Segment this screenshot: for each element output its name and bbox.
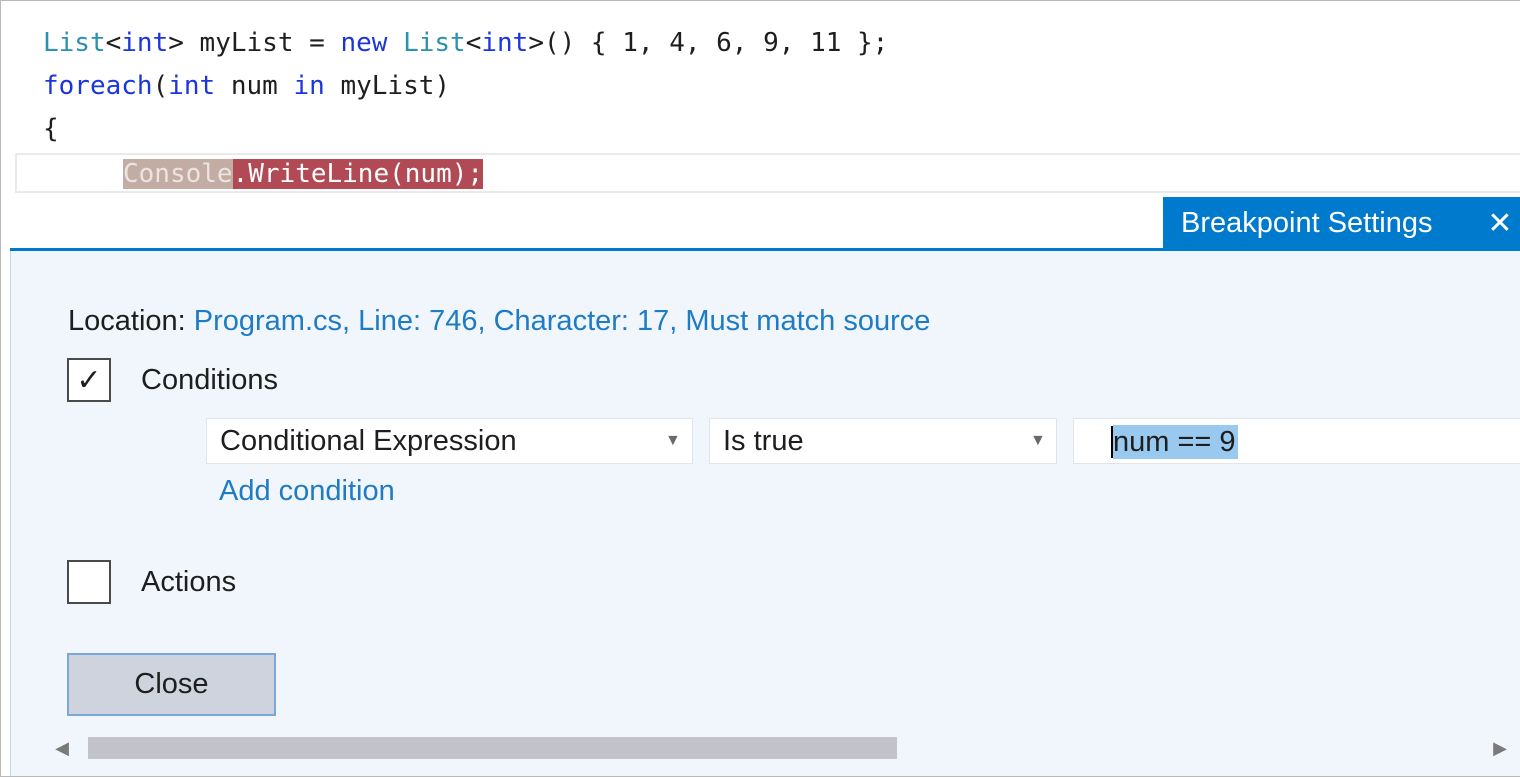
code-token: int — [481, 28, 529, 58]
code-token: foreach — [43, 71, 153, 101]
location-row: Location: Program.cs, Line: 746, Charact… — [68, 304, 930, 338]
add-condition-link[interactable]: Add condition — [219, 474, 395, 508]
condition-operator-value: Is true — [723, 425, 804, 457]
scrollbar-thumb[interactable] — [88, 737, 897, 759]
code-token: < — [105, 28, 122, 58]
scroll-left-icon[interactable]: ◀ — [52, 733, 72, 765]
check-icon: ✓ — [76, 362, 102, 398]
code-token: num — [215, 71, 294, 101]
close-icon[interactable]: ✕ — [1485, 197, 1515, 250]
code-token: in — [293, 71, 325, 101]
code-token: < — [465, 28, 482, 58]
breakpoint-settings-tab[interactable]: Breakpoint Settings ✕ — [1163, 197, 1520, 250]
code-token: > myList = — [168, 28, 341, 58]
chevron-down-icon: ▼ — [665, 432, 681, 449]
actions-checkbox[interactable] — [67, 560, 111, 604]
code-token: >() { 1, 4, 6, 9, 11 }; — [528, 28, 889, 58]
code-token: int — [168, 71, 216, 101]
code-token: new — [340, 28, 388, 58]
close-button[interactable]: Close — [67, 653, 276, 716]
horizontal-scrollbar[interactable]: ◀ ▶ — [50, 733, 1520, 765]
chevron-down-icon: ▼ — [1030, 432, 1046, 449]
breakpoint-dim-text: Console — [123, 159, 233, 189]
breakpoint-settings-title: Breakpoint Settings — [1181, 207, 1433, 239]
code-token: int — [121, 28, 169, 58]
code-token: myList) — [324, 71, 451, 101]
condition-type-value: Conditional Expression — [220, 425, 517, 457]
conditions-checkbox[interactable]: ✓ — [67, 358, 111, 402]
code-token: List — [43, 28, 106, 58]
location-link[interactable]: Program.cs, Line: 746, Character: 17, Mu… — [194, 305, 931, 337]
actions-label: Actions — [141, 566, 237, 598]
code-token: List — [403, 28, 466, 58]
conditions-label: Conditions — [141, 364, 279, 396]
code-token: ( — [152, 71, 169, 101]
condition-type-dropdown[interactable]: Conditional Expression ▼ — [206, 418, 693, 464]
condition-expression-input[interactable]: num == 9 — [1073, 418, 1520, 464]
code-line-3: { — [43, 111, 59, 147]
condition-expression-value: num == 9 — [1113, 425, 1238, 459]
breakpoint-line[interactable]: Console.WriteLine(num); — [123, 156, 484, 192]
condition-operator-dropdown[interactable]: Is true ▼ — [709, 418, 1057, 464]
code-line-1: List<int> myList = new List<int>() { 1, … — [43, 25, 888, 61]
scroll-right-icon[interactable]: ▶ — [1490, 733, 1510, 765]
location-label: Location: — [68, 305, 186, 337]
code-token: { — [43, 114, 59, 144]
code-line-2: foreach(int num in myList) — [43, 68, 450, 104]
breakpoint-highlight-text: .WriteLine(num); — [232, 159, 484, 189]
